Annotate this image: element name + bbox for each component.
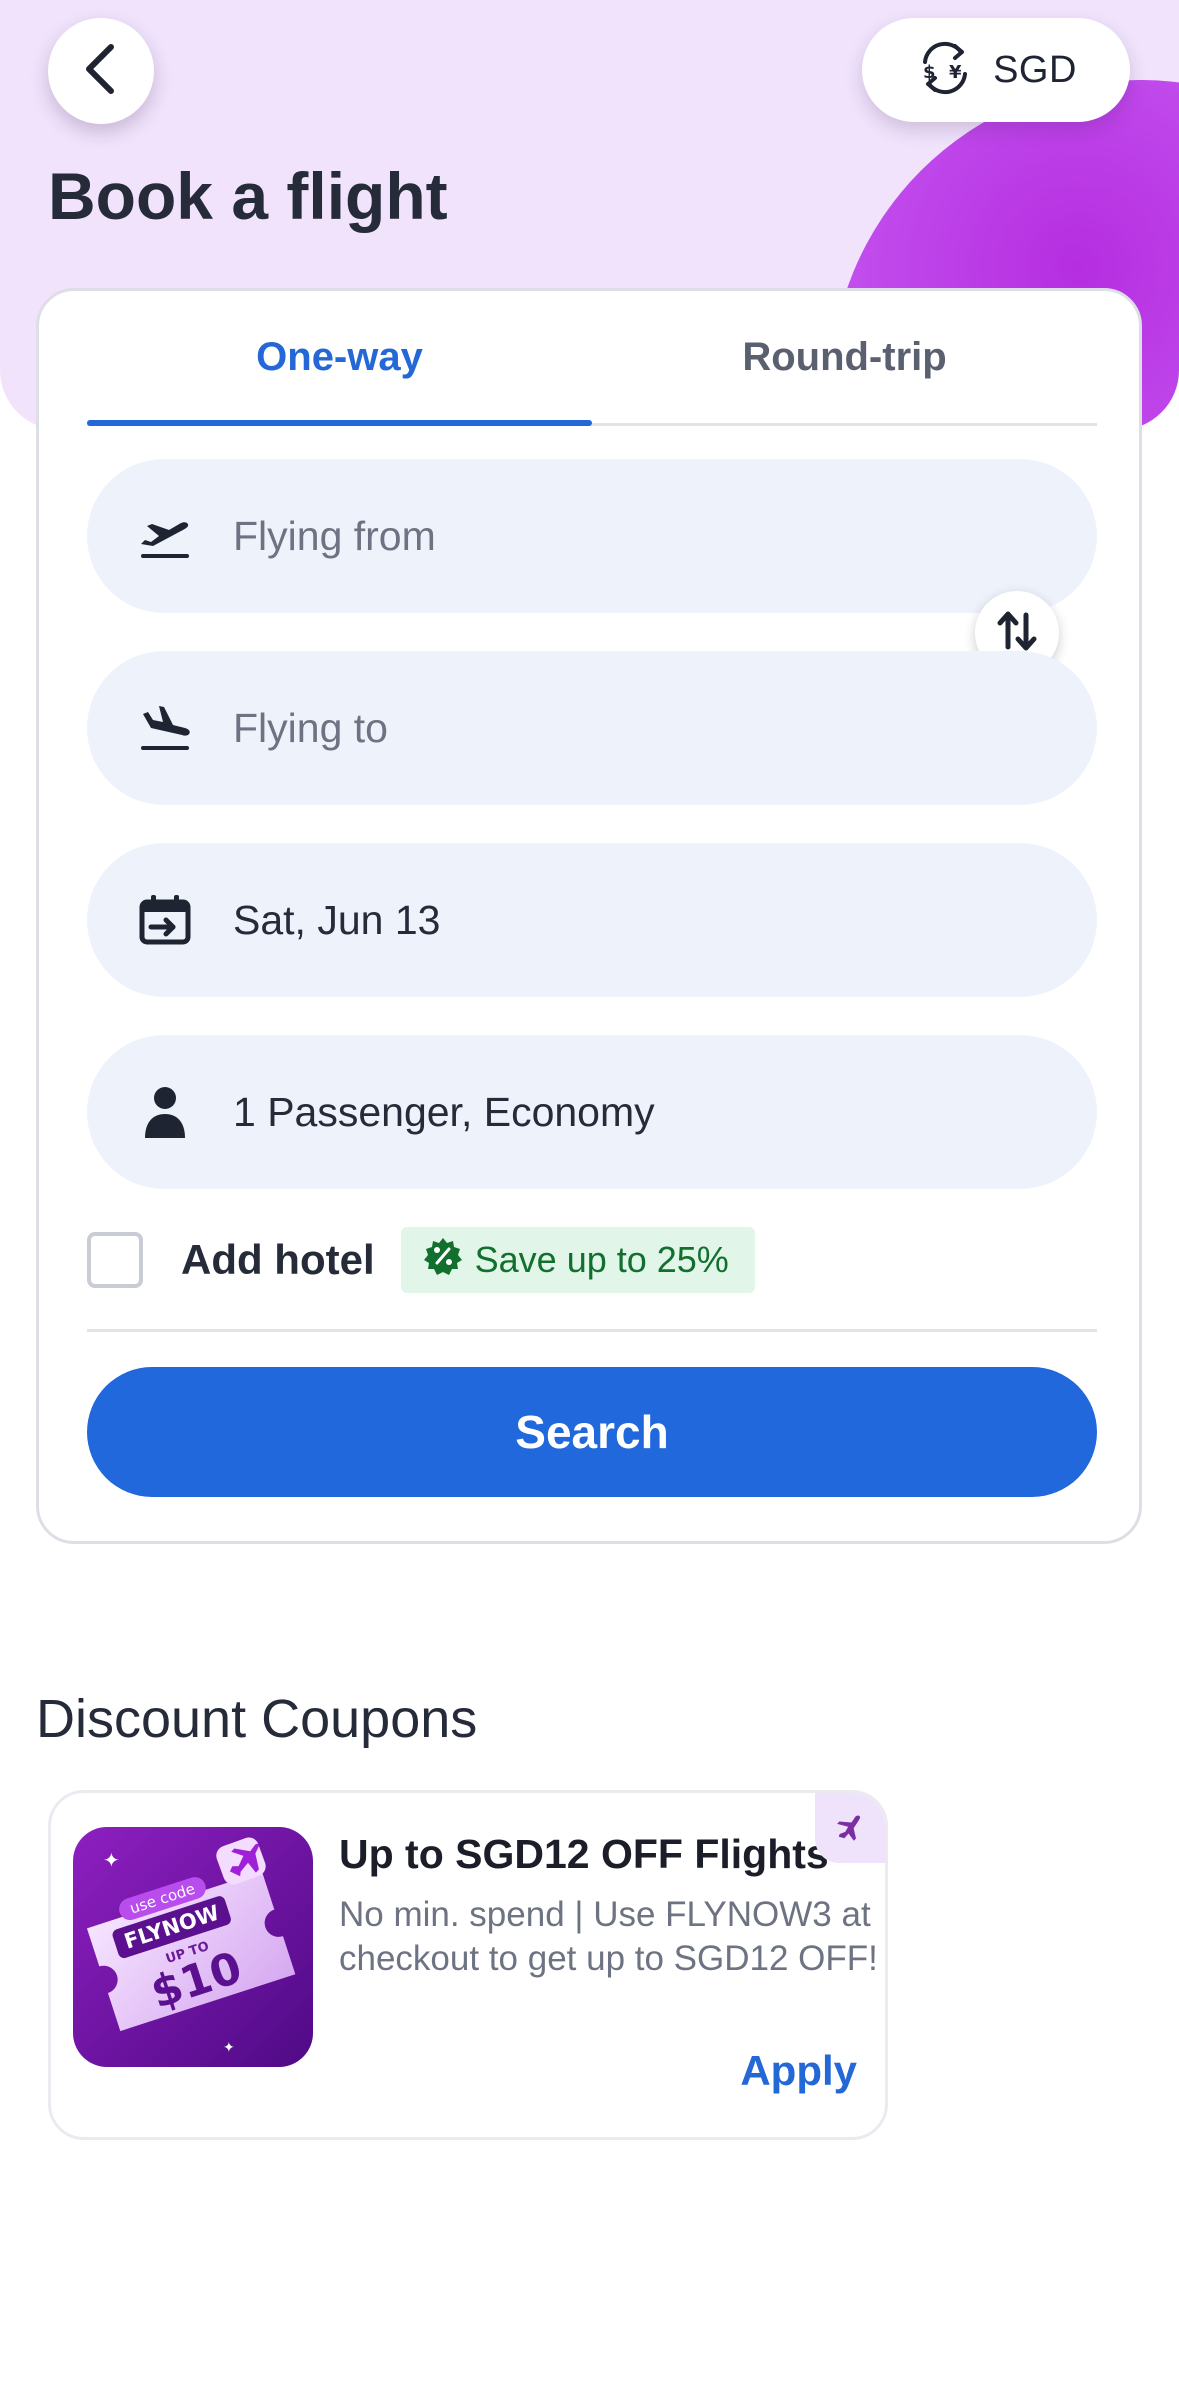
chevron-left-icon: [79, 41, 123, 102]
flying-from-field[interactable]: Flying from: [87, 459, 1097, 613]
svg-text:¥: ¥: [949, 62, 962, 83]
active-tab-indicator: [87, 420, 592, 426]
passengers-field[interactable]: 1 Passenger, Economy: [87, 1035, 1097, 1189]
flight-search-card: One-way Round-trip Flying from Flying to…: [36, 288, 1142, 1544]
svg-text:$: $: [923, 62, 936, 83]
coupon-image: ✦ ✦ ✦ use code FLYNOW UP TO $10: [73, 1827, 313, 2067]
add-hotel-row: Add hotel Save up to 25%: [87, 1225, 1097, 1295]
flight-corner-icon: [815, 1793, 885, 1863]
tab-round-trip[interactable]: Round-trip: [592, 291, 1097, 423]
add-hotel-label[interactable]: Add hotel: [181, 1236, 375, 1284]
flying-to-field[interactable]: Flying to: [87, 651, 1097, 805]
coupon-title: Up to SGD12 OFF Flights: [339, 1831, 829, 1877]
tab-label: Round-trip: [742, 334, 947, 379]
divider: [87, 1329, 1097, 1332]
back-button[interactable]: [48, 18, 154, 124]
takeoff-icon: [137, 508, 193, 564]
discount-badge-icon: [423, 1236, 463, 1285]
flying-from-placeholder: Flying from: [233, 512, 436, 559]
calendar-icon: [137, 892, 193, 948]
currency-label: SGD: [993, 48, 1077, 91]
search-button[interactable]: Search: [87, 1367, 1097, 1497]
tab-label: One-way: [256, 334, 423, 379]
svg-text:✦: ✦: [103, 1848, 120, 1872]
departure-date-value: Sat, Jun 13: [233, 896, 441, 943]
currency-exchange-icon: $ ¥: [915, 38, 975, 103]
svg-text:✦: ✦: [223, 2040, 235, 2056]
save-badge-text: Save up to 25%: [474, 1239, 729, 1280]
passengers-value: 1 Passenger, Economy: [233, 1088, 655, 1135]
landing-icon: [137, 700, 193, 756]
apply-coupon-button[interactable]: Apply: [740, 2047, 857, 2095]
currency-button[interactable]: $ ¥ SGD: [862, 18, 1130, 122]
coupon-card[interactable]: ✦ ✦ ✦ use code FLYNOW UP TO $10 Up to SG…: [48, 1790, 888, 2140]
save-badge: Save up to 25%: [400, 1227, 755, 1293]
add-hotel-checkbox[interactable]: [87, 1232, 143, 1288]
flying-to-placeholder: Flying to: [233, 704, 388, 751]
page-title: Book a flight: [48, 159, 448, 233]
coupon-description: No min. spend | Use FLYNOW3 at checkout …: [339, 1895, 878, 1978]
section-title-discount-coupons: Discount Coupons: [36, 1689, 478, 1749]
trip-type-tabs: One-way Round-trip: [87, 291, 1097, 426]
tab-one-way[interactable]: One-way: [87, 291, 592, 423]
person-icon: [137, 1084, 193, 1140]
departure-date-field[interactable]: Sat, Jun 13: [87, 843, 1097, 997]
